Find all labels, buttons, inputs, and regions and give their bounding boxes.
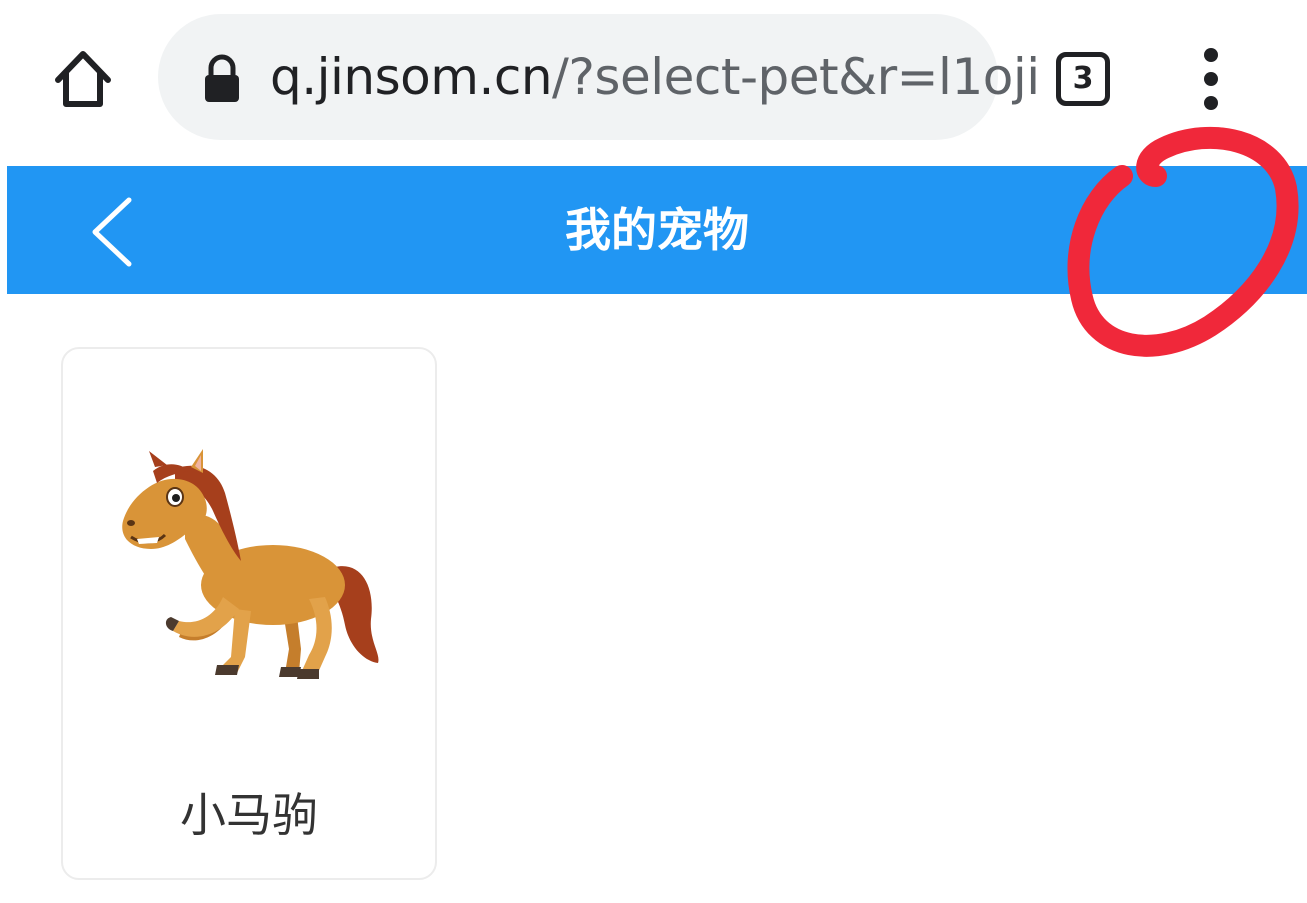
url-path: /?select-pet&r=l1oji xyxy=(552,48,1040,106)
more-vert-icon[interactable] xyxy=(1194,48,1228,110)
tab-switcher-button[interactable]: 3 xyxy=(1056,52,1110,106)
url-text[interactable]: q.jinsom.cn/?select-pet&r=l1oji xyxy=(270,42,1040,112)
lock-icon xyxy=(202,54,242,104)
tab-count: 3 xyxy=(1072,61,1094,96)
pet-name: 小马驹 xyxy=(180,788,318,842)
home-icon[interactable] xyxy=(50,46,116,112)
red-circle-annotation xyxy=(1060,118,1307,378)
address-bar[interactable]: q.jinsom.cn/?select-pet&r=l1oji xyxy=(158,14,1040,140)
horse-illustration xyxy=(113,449,393,689)
pet-card[interactable]: 小马驹 xyxy=(61,347,437,880)
url-host: q.jinsom.cn xyxy=(270,48,553,106)
